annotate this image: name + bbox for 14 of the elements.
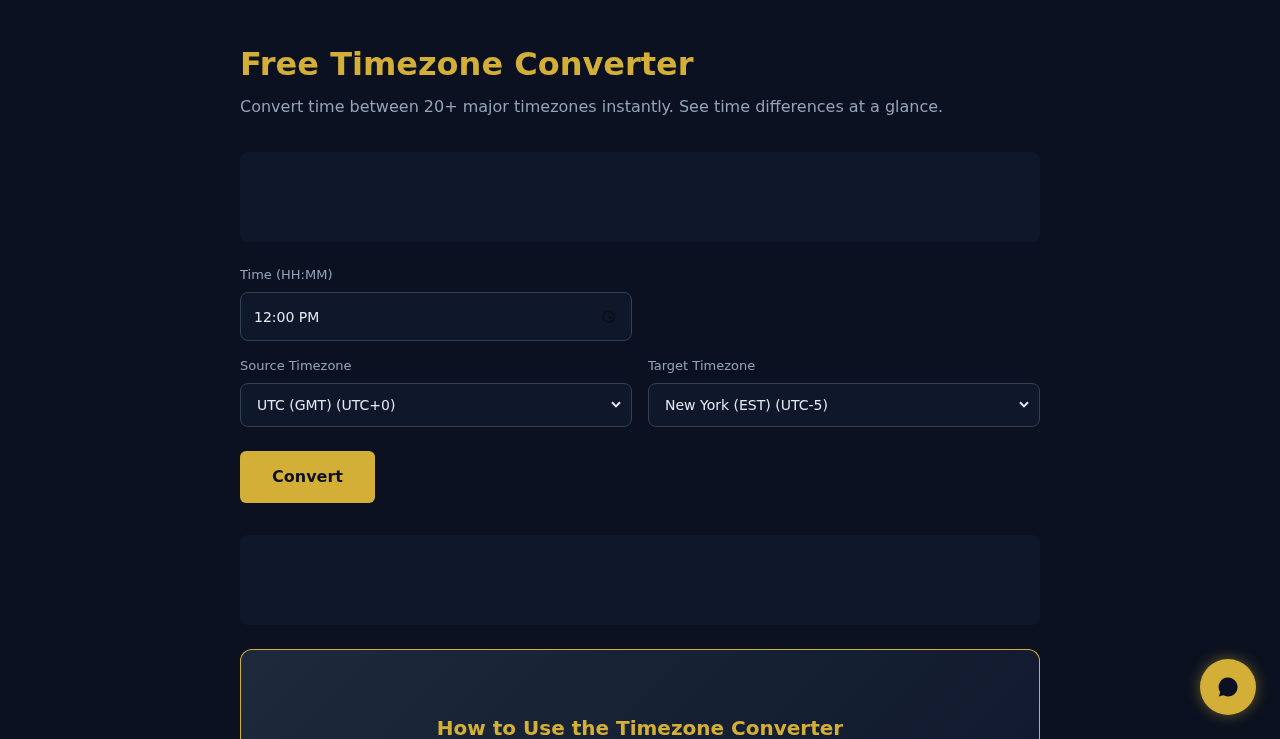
speech-bubble-icon: [1217, 676, 1239, 698]
target-timezone-label: Target Timezone: [648, 357, 757, 375]
source-timezone-select[interactable]: UTC (GMT) (UTC+0): [240, 383, 632, 427]
chevron-down-icon[interactable]: [1019, 401, 1029, 408]
guide-heading: How to Use the Timezone Converter: [435, 717, 845, 739]
target-timezone-select[interactable]: New York (EST) (UTC-5): [648, 383, 1040, 427]
page-subtitle: Convert time between 20+ major timezones instantly. See time differences at a glance.: [240, 96, 945, 118]
page-title: Free Timezone Converter: [240, 45, 695, 83]
time-input[interactable]: 12:00 PM: [240, 292, 632, 341]
source-timezone-label: Source Timezone: [240, 357, 353, 375]
chevron-down-icon[interactable]: [611, 401, 621, 408]
convert-button[interactable]: Convert: [240, 451, 375, 503]
chat-button[interactable]: [1200, 659, 1256, 715]
time-label: Time (HH:MM): [240, 266, 334, 284]
